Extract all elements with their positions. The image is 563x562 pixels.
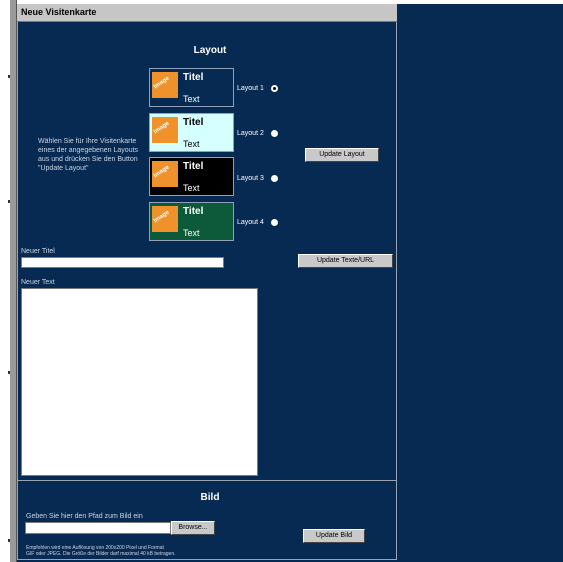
layout-preview-1: Image Titel Text (149, 68, 234, 107)
layout-4-radio[interactable] (271, 219, 278, 226)
update-text-button[interactable]: Update Texte/URL (298, 254, 393, 268)
card-title: Titel (183, 206, 204, 217)
new-text-label: Neuer Text (21, 279, 55, 286)
card-title: Titel (183, 117, 204, 128)
image-path-label: Geben Sie hier den Pfad zum Bild ein (26, 513, 143, 520)
instruction-line: aus und drücken Sie den Button (38, 156, 138, 163)
instruction-line: "Update Layout" (38, 165, 89, 172)
image-placeholder-label: Image (152, 209, 171, 225)
image-placeholder-icon: Image (152, 117, 178, 143)
new-title-input[interactable] (21, 257, 224, 268)
instruction-line: eines der angegebenen Layouts (38, 147, 139, 154)
layout-3-radio[interactable] (271, 175, 278, 182)
frame-tick (8, 75, 10, 78)
layout-3-label: Layout 3 (237, 175, 264, 182)
update-image-button[interactable]: Update Bild (303, 529, 365, 543)
image-placeholder-label: Image (152, 75, 171, 91)
layout-preview-2: Image Titel Text (149, 113, 234, 152)
layout-1-radio[interactable] (271, 85, 278, 92)
image-placeholder-icon: Image (152, 206, 178, 232)
image-recommendation-note: Empfohlen wird eine Auflösung von 200x20… (26, 545, 286, 557)
card-text: Text (183, 139, 200, 149)
frame-tick (8, 539, 10, 542)
card-title: Titel (183, 161, 204, 172)
image-placeholder-label: Image (152, 164, 171, 180)
layout-heading: Layout (193, 45, 227, 56)
layout-preview-3: Image Titel Text (149, 157, 234, 196)
frame-tick (8, 371, 10, 374)
update-layout-button[interactable]: Update Layout (305, 148, 379, 162)
image-heading: Bild (200, 492, 220, 503)
image-placeholder-icon: Image (152, 72, 178, 98)
note-line: GIF oder JPEG. Die Größe der Bilder darf… (26, 551, 176, 557)
instruction-line: Wählen Sie für Ihre Visitenkarte (38, 138, 137, 145)
layout-2-label: Layout 2 (237, 130, 264, 137)
layout-2-radio[interactable] (271, 130, 278, 137)
image-path-input[interactable] (25, 522, 171, 534)
new-text-area[interactable] (21, 288, 258, 476)
card-text: Text (183, 94, 200, 104)
section-divider (18, 480, 396, 481)
layout-instructions: Wählen Sie für Ihre Visitenkarte eines d… (38, 137, 148, 173)
frame-border (10, 0, 17, 562)
browse-button[interactable]: Browse... (171, 521, 215, 535)
frame-tick (8, 200, 10, 203)
image-placeholder-label: Image (152, 120, 171, 136)
layout-preview-4: Image Titel Text (149, 202, 234, 241)
new-title-label: Neuer Titel (21, 248, 55, 255)
card-text: Text (183, 183, 200, 193)
layout-1-label: Layout 1 (237, 85, 264, 92)
card-text: Text (183, 228, 200, 238)
layout-4-label: Layout 4 (237, 219, 264, 226)
window-title: Neue Visitenkarte (17, 4, 397, 22)
card-title: Titel (183, 72, 204, 83)
image-placeholder-icon: Image (152, 161, 178, 187)
